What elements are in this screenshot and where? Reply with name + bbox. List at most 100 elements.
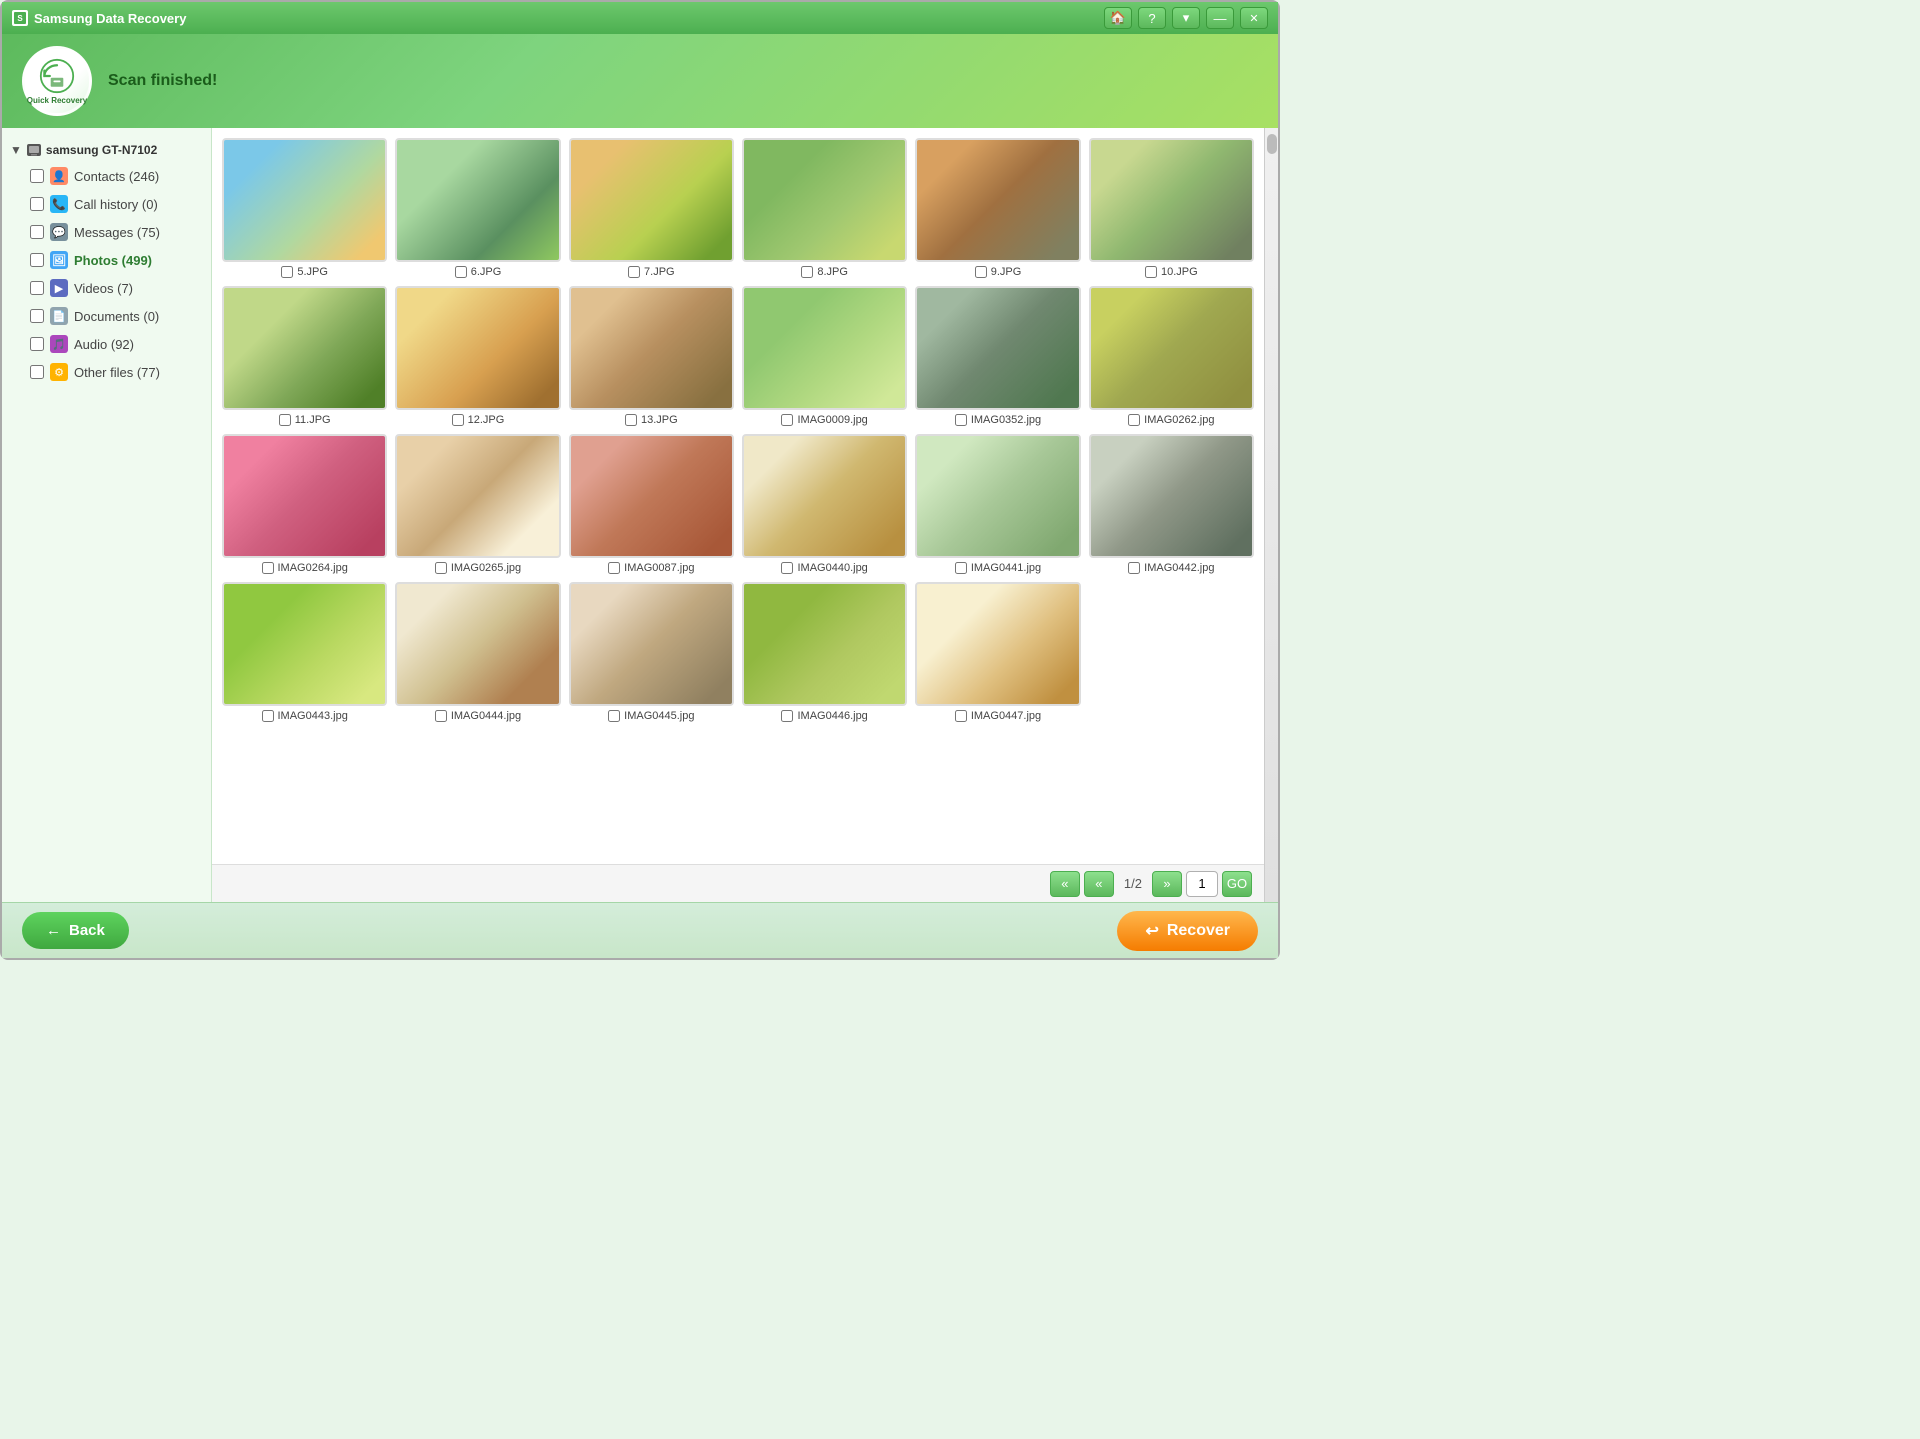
sidebar-item-contacts[interactable]: 👤 Contacts (246)	[2, 162, 211, 190]
sidebar-item-photos[interactable]: 🖼 Photos (499)	[2, 246, 211, 274]
photo-checkbox[interactable]	[608, 710, 620, 722]
photo-item[interactable]: IMAG0446.jpg	[742, 582, 907, 722]
page-number-input[interactable]	[1186, 871, 1218, 897]
photo-checkbox[interactable]	[801, 266, 813, 278]
photo-item[interactable]: IMAG0445.jpg	[569, 582, 734, 722]
sidebar-item-other-files[interactable]: ⚙ Other files (77)	[2, 358, 211, 386]
photo-item[interactable]: 11.JPG	[222, 286, 387, 426]
photo-item[interactable]: IMAG0440.jpg	[742, 434, 907, 574]
next-page-button[interactable]: »	[1152, 871, 1182, 897]
bottom-bar: ← Back ↩ Recover	[2, 902, 1278, 958]
sidebar-checkbox-contacts[interactable]	[30, 169, 44, 183]
sidebar-item-audio[interactable]: 🎵 Audio (92)	[2, 330, 211, 358]
photo-checkbox[interactable]	[1145, 266, 1157, 278]
first-page-button[interactable]: «	[1050, 871, 1080, 897]
go-button[interactable]: GO	[1222, 871, 1252, 897]
photo-item[interactable]: IMAG0444.jpg	[395, 582, 560, 722]
photo-thumbnail	[742, 582, 907, 706]
photo-filename: IMAG0447.jpg	[971, 710, 1041, 722]
sidebar-checkbox-other-files[interactable]	[30, 365, 44, 379]
photo-checkbox[interactable]	[975, 266, 987, 278]
sidebar-label-audio: Audio (92)	[74, 337, 134, 352]
photo-item[interactable]: IMAG0447.jpg	[915, 582, 1080, 722]
photo-item[interactable]: 5.JPG	[222, 138, 387, 278]
photo-item[interactable]: IMAG0265.jpg	[395, 434, 560, 574]
photo-item[interactable]: IMAG0264.jpg	[222, 434, 387, 574]
home-button[interactable]: 🏠	[1104, 7, 1132, 29]
help-button[interactable]: ?	[1138, 7, 1166, 29]
sidebar-checkbox-call-history[interactable]	[30, 197, 44, 211]
photo-checkbox[interactable]	[435, 562, 447, 574]
photo-item[interactable]: IMAG0441.jpg	[915, 434, 1080, 574]
photo-checkbox[interactable]	[1128, 414, 1140, 426]
photo-checkbox[interactable]	[452, 414, 464, 426]
close-button[interactable]: ✕	[1240, 7, 1268, 29]
photo-label-row: IMAG0440.jpg	[781, 562, 867, 574]
scrollbar[interactable]	[1264, 128, 1278, 902]
photo-checkbox[interactable]	[608, 562, 620, 574]
header: Quick Recovery Scan finished!	[2, 34, 1278, 128]
photo-checkbox[interactable]	[435, 710, 447, 722]
back-button[interactable]: ← Back	[22, 912, 129, 949]
sidebar-checkbox-documents[interactable]	[30, 309, 44, 323]
photo-checkbox[interactable]	[455, 266, 467, 278]
device-row: ▼ samsung GT-N7102	[2, 138, 211, 162]
sidebar-item-call-history[interactable]: 📞 Call history (0)	[2, 190, 211, 218]
sidebar-item-videos[interactable]: ▶ Videos (7)	[2, 274, 211, 302]
sidebar-checkbox-audio[interactable]	[30, 337, 44, 351]
photo-checkbox[interactable]	[1128, 562, 1140, 574]
prev-page-button[interactable]: «	[1084, 871, 1114, 897]
photo-checkbox[interactable]	[281, 266, 293, 278]
photo-label-row: 11.JPG	[279, 414, 331, 426]
photo-item[interactable]: 8.JPG	[742, 138, 907, 278]
photo-checkbox[interactable]	[781, 562, 793, 574]
photo-checkbox[interactable]	[262, 710, 274, 722]
minimize-button[interactable]: —	[1206, 7, 1234, 29]
dropdown-button[interactable]: ▾	[1172, 7, 1200, 29]
photo-checkbox[interactable]	[628, 266, 640, 278]
photo-label-row: IMAG0447.jpg	[955, 710, 1041, 722]
photo-filename: IMAG0087.jpg	[624, 562, 694, 574]
photo-item[interactable]: IMAG0262.jpg	[1089, 286, 1254, 426]
photo-thumbnail	[1089, 434, 1254, 558]
sidebar-checkbox-photos[interactable]	[30, 253, 44, 267]
photo-item[interactable]: 10.JPG	[1089, 138, 1254, 278]
photo-item[interactable]: IMAG0443.jpg	[222, 582, 387, 722]
photo-item[interactable]: 9.JPG	[915, 138, 1080, 278]
photo-filename: 7.JPG	[644, 266, 675, 278]
photo-checkbox[interactable]	[625, 414, 637, 426]
sidebar-icon-other-files: ⚙	[50, 363, 68, 381]
recover-button[interactable]: ↩ Recover	[1117, 911, 1258, 951]
sidebar-label-videos: Videos (7)	[74, 281, 133, 296]
photo-item[interactable]: IMAG0352.jpg	[915, 286, 1080, 426]
photo-item[interactable]: IMAG0009.jpg	[742, 286, 907, 426]
photo-item[interactable]: IMAG0087.jpg	[569, 434, 734, 574]
photo-item[interactable]: 12.JPG	[395, 286, 560, 426]
photo-checkbox[interactable]	[955, 414, 967, 426]
sidebar-item-messages[interactable]: 💬 Messages (75)	[2, 218, 211, 246]
photo-item[interactable]: 7.JPG	[569, 138, 734, 278]
title-bar: S Samsung Data Recovery 🏠 ? ▾ — ✕	[2, 2, 1278, 34]
sidebar-icon-call-history: 📞	[50, 195, 68, 213]
photo-item[interactable]: 6.JPG	[395, 138, 560, 278]
photo-item[interactable]: IMAG0442.jpg	[1089, 434, 1254, 574]
photo-thumbnail	[1089, 286, 1254, 410]
sidebar-label-call-history: Call history (0)	[74, 197, 158, 212]
photo-filename: IMAG0009.jpg	[797, 414, 867, 426]
photo-item[interactable]: 13.JPG	[569, 286, 734, 426]
photo-checkbox[interactable]	[781, 414, 793, 426]
photo-checkbox[interactable]	[279, 414, 291, 426]
sidebar-icon-videos: ▶	[50, 279, 68, 297]
sidebar-checkbox-messages[interactable]	[30, 225, 44, 239]
sidebar-item-documents[interactable]: 📄 Documents (0)	[2, 302, 211, 330]
photo-filename: 12.JPG	[468, 414, 505, 426]
photo-label-row: 12.JPG	[452, 414, 505, 426]
photo-checkbox[interactable]	[955, 710, 967, 722]
recover-icon: ↩	[1145, 921, 1158, 941]
photo-filename: IMAG0265.jpg	[451, 562, 521, 574]
photo-checkbox[interactable]	[262, 562, 274, 574]
photo-checkbox[interactable]	[955, 562, 967, 574]
sidebar-checkbox-videos[interactable]	[30, 281, 44, 295]
app-icon: S	[12, 10, 28, 26]
photo-checkbox[interactable]	[781, 710, 793, 722]
